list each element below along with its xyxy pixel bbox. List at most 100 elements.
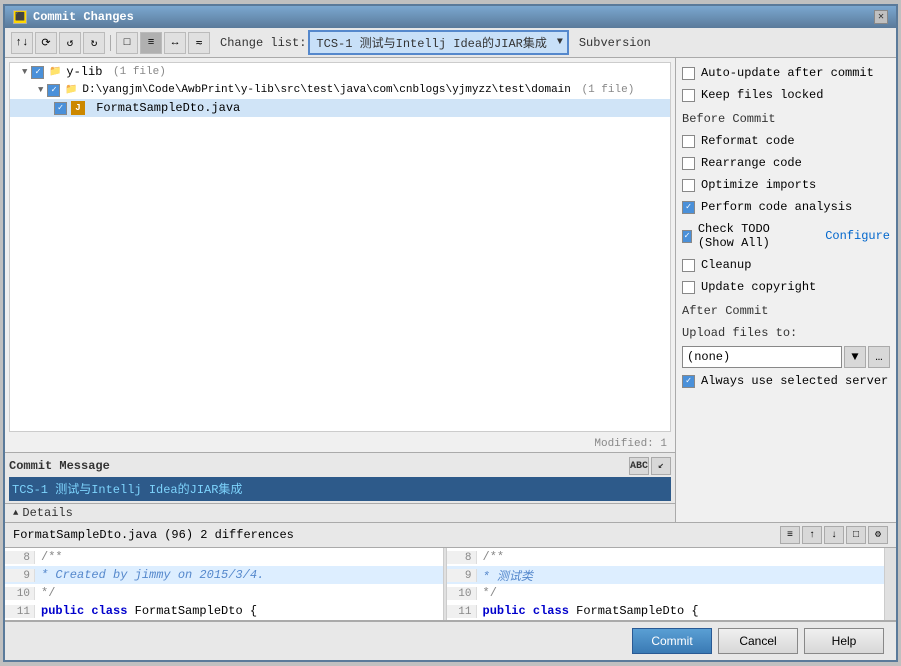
- toolbar-btn-3[interactable]: ↺: [59, 32, 81, 54]
- line-num-right-1: 8: [447, 551, 477, 564]
- diff-tool-btn-3[interactable]: ↓: [824, 526, 844, 544]
- details-section[interactable]: ▲ Details: [5, 503, 675, 522]
- folder-icon-path: 📁: [64, 83, 78, 97]
- diff-line-right-3: 10 */: [447, 584, 885, 602]
- check-todo-label: Check TODO (Show All): [698, 222, 806, 250]
- line-content-right-2: * 测试类: [477, 567, 885, 584]
- checkbox-optimize-imports[interactable]: [682, 179, 695, 192]
- configure-link[interactable]: Configure: [825, 229, 890, 243]
- commit-message-section: Commit Message ABC ↙ TCS-1 测试与Intellj Id…: [5, 452, 675, 503]
- checkbox-cleanup[interactable]: [682, 259, 695, 272]
- diff-header: FormatSampleDto.java (96) 2 differences …: [5, 523, 896, 548]
- cleanup-label: Cleanup: [701, 258, 751, 272]
- tree-item-path[interactable]: ▼ ✓ 📁 D:\yangjm\Code\AwbPrint\y-lib\src\…: [10, 81, 670, 99]
- help-button[interactable]: Help: [804, 628, 884, 654]
- upload-label: Upload files to:: [682, 324, 890, 342]
- diff-line-right-4: 11 public class FormatSampleDto {: [447, 602, 885, 620]
- commit-message-title: Commit Message: [9, 459, 110, 473]
- ylib-meta: (1 file): [106, 66, 165, 78]
- line-content-left-3: */: [35, 586, 443, 600]
- before-commit-header: Before Commit: [682, 108, 890, 128]
- browse-btn[interactable]: …: [868, 346, 890, 368]
- checkbox-rearrange-code[interactable]: [682, 157, 695, 170]
- commit-button[interactable]: Commit: [632, 628, 712, 654]
- diff-tool-btn-1[interactable]: ≡: [780, 526, 800, 544]
- file-tree[interactable]: ▼ ✓ 📁 y-lib (1 file) ▼ ✓ 📁 D:\yangjm\Cod…: [9, 62, 671, 432]
- separator-1: [110, 35, 111, 51]
- tree-item-ylib[interactable]: ▼ ✓ 📁 y-lib (1 file): [10, 63, 670, 81]
- optimize-imports-row: Optimize imports: [682, 176, 890, 194]
- toolbar: ↑↓ ⟳ ↺ ↻ □ ≡ ↔ ≂ Change list: TCS-1 测试与I…: [5, 28, 896, 58]
- diff-content: 8 /** 9 * Created by jimmy on 2015/3/4. …: [5, 548, 896, 620]
- commit-message-tools: ABC ↙: [629, 457, 671, 475]
- tree-expand-icon: ▼: [22, 67, 27, 77]
- main-content: ▼ ✓ 📁 y-lib (1 file) ▼ ✓ 📁 D:\yangjm\Cod…: [5, 58, 896, 522]
- checkbox-path[interactable]: ✓: [47, 84, 60, 97]
- toolbar-btn-1[interactable]: ↑↓: [11, 32, 33, 54]
- update-copyright-label: Update copyright: [701, 280, 816, 294]
- line-content-left-2: * Created by jimmy on 2015/3/4.: [35, 568, 443, 582]
- right-panel: Auto-update after commit Keep files lock…: [676, 58, 896, 522]
- checkbox-perform-code-analysis[interactable]: ✓: [682, 201, 695, 214]
- changelist-label: Change list:: [220, 36, 306, 50]
- diff-left: 8 /** 9 * Created by jimmy on 2015/3/4. …: [5, 548, 443, 620]
- commit-changes-window: ⬛ Commit Changes ✕ ↑↓ ⟳ ↺ ↻ □ ≡ ↔ ≂ Chan…: [3, 4, 898, 662]
- keep-locked-row: Keep files locked: [682, 86, 890, 104]
- diff-tool-btn-2[interactable]: ↑: [802, 526, 822, 544]
- tree-expand-icon-path: ▼: [38, 85, 43, 95]
- line-content-left-4: public class FormatSampleDto {: [35, 604, 443, 618]
- changelist-value: TCS-1 测试与Intellj Idea的JIAR集成: [316, 34, 546, 51]
- tree-item-file[interactable]: ✓ J FormatSampleDto.java: [10, 99, 670, 117]
- perform-code-analysis-row: ✓ Perform code analysis: [682, 198, 890, 216]
- update-copyright-row: Update copyright: [682, 278, 890, 296]
- checkbox-update-copyright[interactable]: [682, 281, 695, 294]
- cancel-button[interactable]: Cancel: [718, 628, 798, 654]
- line-num-right-3: 10: [447, 587, 477, 600]
- line-num-right-4: 11: [447, 605, 477, 618]
- diff-line-left-2: 9 * Created by jimmy on 2015/3/4.: [5, 566, 443, 584]
- commit-message-header: Commit Message ABC ↙: [9, 455, 671, 477]
- checkbox-file[interactable]: ✓: [54, 102, 67, 115]
- close-button[interactable]: ✕: [874, 10, 888, 24]
- diff-section: FormatSampleDto.java (96) 2 differences …: [5, 522, 896, 620]
- checkbox-check-todo[interactable]: ✓: [682, 230, 692, 243]
- toolbar-btn-6[interactable]: ≡: [140, 32, 162, 54]
- checkbox-ylib[interactable]: ✓: [31, 66, 44, 79]
- toolbar-btn-5[interactable]: □: [116, 32, 138, 54]
- toolbar-btn-2[interactable]: ⟳: [35, 32, 57, 54]
- after-commit-dropdown: (none) ▼ …: [682, 346, 890, 368]
- toolbar-btn-7[interactable]: ↔: [164, 32, 186, 54]
- upload-select[interactable]: (none): [682, 346, 842, 368]
- checkbox-always-use-server[interactable]: ✓: [682, 375, 695, 388]
- line-content-right-3: */: [477, 586, 885, 600]
- commit-message-input[interactable]: TCS-1 测试与Intellj Idea的JIAR集成: [9, 477, 671, 501]
- diff-right: 8 /** 9 * 测试类 10 */ 11 public class Form…: [447, 548, 885, 620]
- diff-scrollbar[interactable]: [884, 548, 896, 620]
- spell-check-btn[interactable]: ABC: [629, 457, 649, 475]
- path-meta: (1 file): [575, 84, 634, 96]
- diff-tools: ≡ ↑ ↓ □ ⚙: [780, 526, 888, 544]
- details-expand-icon: ▲: [13, 508, 18, 518]
- diff-tool-btn-5[interactable]: ⚙: [868, 526, 888, 544]
- line-content-right-4: public class FormatSampleDto {: [477, 604, 885, 618]
- reformat-code-row: Reformat code: [682, 132, 890, 150]
- diff-title: FormatSampleDto.java (96) 2 differences: [13, 528, 294, 542]
- changelist-dropdown[interactable]: TCS-1 测试与Intellj Idea的JIAR集成 ▼: [308, 30, 568, 55]
- checkbox-reformat-code[interactable]: [682, 135, 695, 148]
- footer: Commit Cancel Help: [5, 620, 896, 660]
- checkbox-auto-update[interactable]: [682, 67, 695, 80]
- commit-msg-tool-btn[interactable]: ↙: [651, 457, 671, 475]
- subversion-label: Subversion: [579, 36, 651, 50]
- java-file-icon: J: [71, 101, 85, 115]
- details-label: Details: [22, 506, 72, 520]
- file-label: FormatSampleDto.java: [89, 101, 240, 115]
- always-use-server-label: Always use selected server: [701, 374, 888, 388]
- folder-icon: 📁: [48, 65, 62, 79]
- dropdown-arrow-btn[interactable]: ▼: [844, 346, 866, 368]
- checkbox-keep-locked[interactable]: [682, 89, 695, 102]
- toolbar-btn-8[interactable]: ≂: [188, 32, 210, 54]
- toolbar-btn-4[interactable]: ↻: [83, 32, 105, 54]
- line-content-left-1: /**: [35, 550, 443, 564]
- perform-code-analysis-label: Perform code analysis: [701, 200, 852, 214]
- diff-tool-btn-4[interactable]: □: [846, 526, 866, 544]
